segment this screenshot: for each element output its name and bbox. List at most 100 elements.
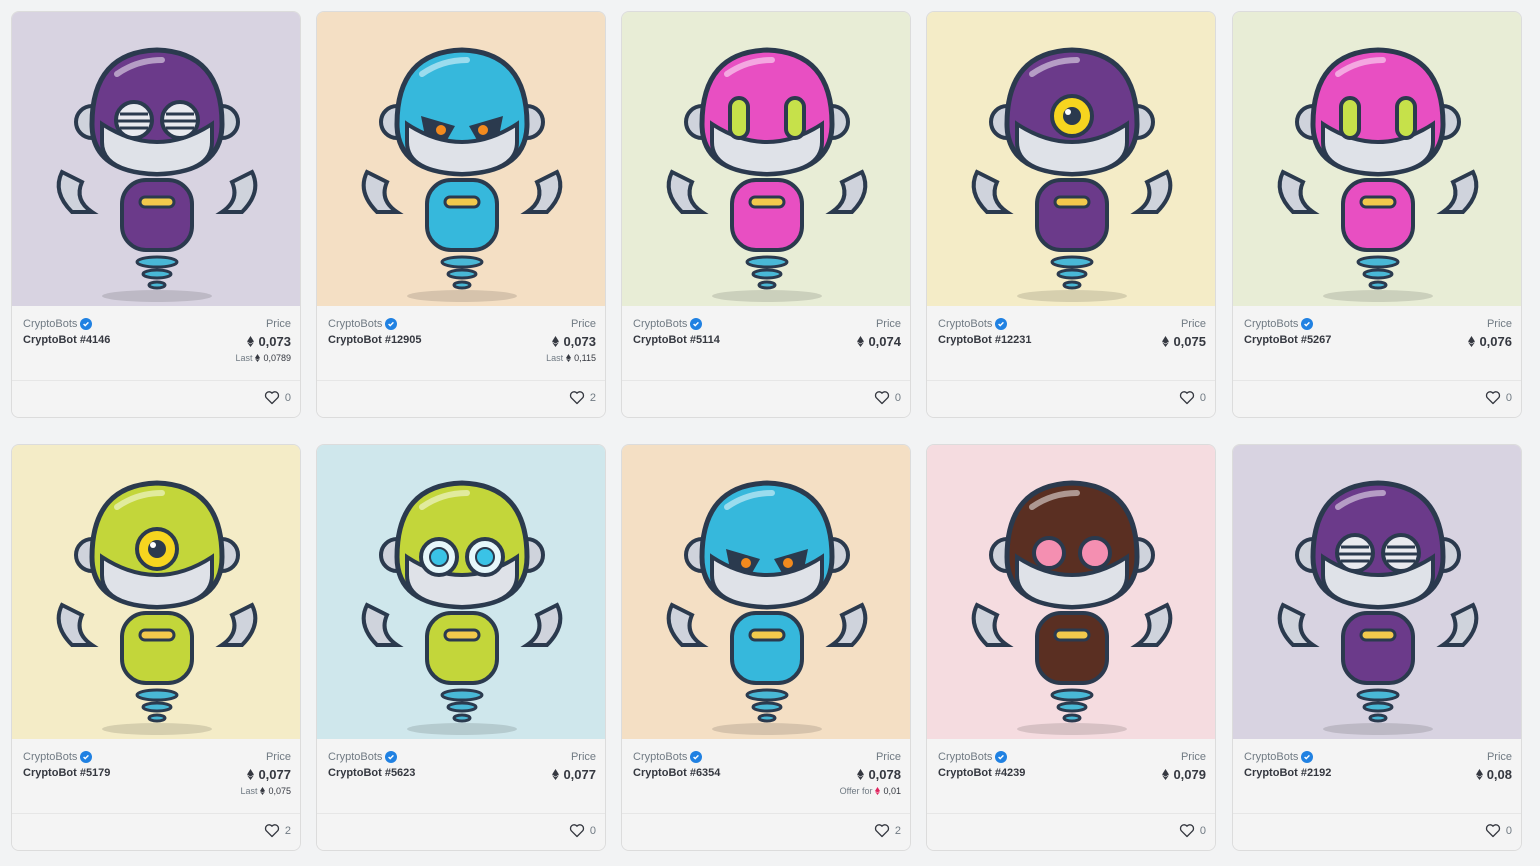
nft-card[interactable]: CryptoBots CryptoBot #6354 Price 0,078 O… bbox=[621, 444, 911, 851]
favorite-button[interactable]: 2 bbox=[569, 390, 596, 405]
card-footer: 0 bbox=[1233, 813, 1521, 850]
secondary-price-amount: 0,115 bbox=[574, 353, 596, 363]
favorite-button[interactable]: 0 bbox=[1179, 823, 1206, 838]
collection-name: CryptoBots bbox=[633, 751, 688, 763]
heart-icon bbox=[1485, 824, 1501, 838]
nft-card[interactable]: CryptoBots CryptoBot #12231 Price 0,075 … bbox=[926, 11, 1216, 418]
verified-badge-icon bbox=[385, 751, 398, 763]
collection-link[interactable]: CryptoBots bbox=[23, 751, 93, 763]
secondary-price-label: Last bbox=[235, 353, 253, 363]
price-label: Price bbox=[1180, 751, 1206, 763]
heart-icon bbox=[264, 391, 280, 405]
price-amount: 0,074 bbox=[868, 334, 901, 349]
collection-link[interactable]: CryptoBots bbox=[938, 751, 1008, 763]
collection-name: CryptoBots bbox=[1244, 751, 1299, 763]
nft-image[interactable] bbox=[12, 12, 300, 306]
price-amount: 0,076 bbox=[1479, 334, 1512, 349]
nft-image[interactable] bbox=[317, 445, 605, 739]
favorite-button[interactable]: 2 bbox=[264, 823, 291, 838]
nft-image[interactable] bbox=[317, 12, 605, 306]
card-footer: 0 bbox=[622, 380, 910, 417]
collection-name: CryptoBots bbox=[938, 318, 993, 330]
verified-badge-icon bbox=[1301, 751, 1314, 763]
favorite-count: 2 bbox=[894, 824, 901, 837]
price-value: 0,077 bbox=[247, 767, 291, 782]
ethereum-icon bbox=[857, 769, 865, 780]
nft-info: CryptoBots CryptoBot #12905 Price 0,073 … bbox=[317, 306, 605, 378]
price-value: 0,076 bbox=[1468, 334, 1512, 349]
nft-name: CryptoBot #5114 bbox=[633, 334, 720, 346]
heart-icon bbox=[874, 391, 890, 405]
nft-name: CryptoBot #4146 bbox=[23, 334, 111, 346]
collection-link[interactable]: CryptoBots bbox=[633, 751, 703, 763]
favorite-button[interactable]: 0 bbox=[569, 823, 596, 838]
nft-card[interactable]: CryptoBots CryptoBot #2192 Price 0,08 0 bbox=[1232, 444, 1522, 851]
price-value: 0,08 bbox=[1475, 767, 1512, 782]
secondary-price-label: Last bbox=[546, 353, 564, 363]
heart-icon bbox=[569, 391, 585, 405]
favorite-count: 0 bbox=[1505, 391, 1512, 404]
nft-card[interactable]: CryptoBots CryptoBot #5179 Price 0,077 L… bbox=[11, 444, 301, 851]
card-footer: 0 bbox=[12, 380, 300, 417]
robot-artwork bbox=[317, 12, 605, 306]
secondary-price: Last 0,075 bbox=[240, 786, 291, 796]
nft-image[interactable] bbox=[927, 445, 1215, 739]
collection-link[interactable]: CryptoBots bbox=[1244, 751, 1314, 763]
secondary-price: Last 0,0789 bbox=[235, 353, 291, 363]
nft-image[interactable] bbox=[927, 12, 1215, 306]
price-label: Price bbox=[1180, 318, 1206, 330]
heart-icon bbox=[569, 824, 585, 838]
favorite-button[interactable]: 0 bbox=[1179, 390, 1206, 405]
secondary-price: Last 0,115 bbox=[546, 353, 596, 363]
nft-name: CryptoBot #5623 bbox=[328, 767, 416, 779]
nft-image[interactable] bbox=[12, 445, 300, 739]
robot-artwork bbox=[12, 445, 300, 739]
favorite-button[interactable]: 0 bbox=[264, 390, 291, 405]
nft-image[interactable] bbox=[1233, 12, 1521, 306]
secondary-price-amount: 0,0789 bbox=[263, 353, 291, 363]
price-label: Price bbox=[875, 318, 901, 330]
favorite-button[interactable]: 0 bbox=[874, 390, 901, 405]
cyclops-eye bbox=[135, 527, 179, 571]
collection-name: CryptoBots bbox=[23, 751, 78, 763]
ethereum-icon bbox=[1162, 769, 1170, 780]
nft-image[interactable] bbox=[1233, 445, 1521, 739]
favorite-count: 0 bbox=[1199, 824, 1206, 837]
favorite-button[interactable]: 0 bbox=[1485, 823, 1512, 838]
nft-info: CryptoBots CryptoBot #2192 Price 0,08 bbox=[1233, 739, 1521, 811]
robot-artwork bbox=[622, 445, 910, 739]
collection-link[interactable]: CryptoBots bbox=[328, 751, 398, 763]
price-label: Price bbox=[1486, 318, 1512, 330]
price-amount: 0,073 bbox=[563, 334, 596, 349]
heart-icon bbox=[1485, 391, 1501, 405]
price-label: Price bbox=[1486, 751, 1512, 763]
nft-card[interactable]: CryptoBots CryptoBot #5114 Price 0,074 0 bbox=[621, 11, 911, 418]
card-footer: 0 bbox=[927, 813, 1215, 850]
nft-name: CryptoBot #4239 bbox=[938, 767, 1026, 779]
collection-link[interactable]: CryptoBots bbox=[23, 318, 93, 330]
collection-link[interactable]: CryptoBots bbox=[938, 318, 1008, 330]
price-label: Price bbox=[875, 751, 901, 763]
verified-badge-icon bbox=[690, 318, 703, 330]
favorite-button[interactable]: 2 bbox=[874, 823, 901, 838]
nft-card[interactable]: CryptoBots CryptoBot #4146 Price 0,073 L… bbox=[11, 11, 301, 418]
collection-link[interactable]: CryptoBots bbox=[328, 318, 398, 330]
nft-image[interactable] bbox=[622, 445, 910, 739]
nft-card[interactable]: CryptoBots CryptoBot #5623 Price 0,077 0 bbox=[316, 444, 606, 851]
collection-name: CryptoBots bbox=[328, 318, 383, 330]
nft-image[interactable] bbox=[622, 12, 910, 306]
price-amount: 0,077 bbox=[258, 767, 291, 782]
verified-badge-icon bbox=[80, 751, 93, 763]
collection-link[interactable]: CryptoBots bbox=[1244, 318, 1314, 330]
favorite-button[interactable]: 0 bbox=[1485, 390, 1512, 405]
ethereum-icon bbox=[1468, 336, 1476, 347]
nft-card[interactable]: CryptoBots CryptoBot #12905 Price 0,073 … bbox=[316, 11, 606, 418]
verified-badge-icon bbox=[1301, 318, 1314, 330]
robot-artwork bbox=[1233, 12, 1521, 306]
nft-card[interactable]: CryptoBots CryptoBot #4239 Price 0,079 0 bbox=[926, 444, 1216, 851]
collection-link[interactable]: CryptoBots bbox=[633, 318, 703, 330]
price-amount: 0,078 bbox=[868, 767, 901, 782]
verified-badge-icon bbox=[385, 318, 398, 330]
nft-card[interactable]: CryptoBots CryptoBot #5267 Price 0,076 0 bbox=[1232, 11, 1522, 418]
favorite-count: 0 bbox=[894, 391, 901, 404]
